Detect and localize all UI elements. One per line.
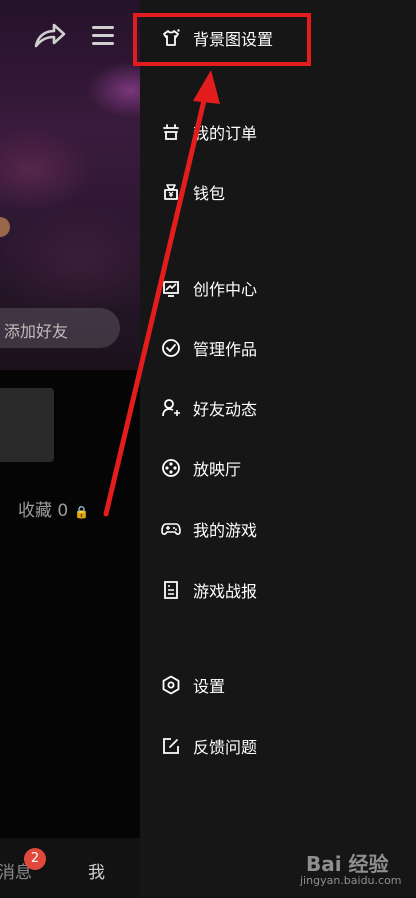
drawer-item-label: 设置 [193, 677, 226, 696]
drawer-item-label: 管理作品 [193, 340, 258, 359]
edit-square-icon [160, 735, 182, 757]
drawer-item-manage-works[interactable]: 管理作品 [160, 334, 257, 362]
drawer-item-game-report[interactable]: 游戏战报 [160, 576, 257, 604]
share-icon[interactable] [30, 18, 68, 52]
drawer-item-friend-feed[interactable]: 好友动态 [160, 394, 257, 422]
friend-feed-icon [160, 397, 182, 419]
watermark-url: jingyan.baidu.com [300, 874, 402, 887]
content-thumbnail[interactable] [0, 388, 54, 462]
drawer-item-feedback[interactable]: 反馈问题 [160, 732, 257, 760]
drawer-item-my-games[interactable]: 我的游戏 [160, 515, 257, 543]
lock-icon: 🔒 [74, 505, 90, 519]
creation-icon [160, 277, 182, 299]
add-friend-label: 添加好友 [4, 322, 69, 341]
message-badge: 2 [24, 848, 46, 870]
drawer-item-label: 好友动态 [193, 400, 258, 419]
drawer-item-my-orders[interactable]: 我的订单 [160, 118, 257, 146]
drawer-item-label: 放映厅 [193, 460, 242, 479]
annotation-highlight-box [133, 13, 311, 66]
order-icon [160, 121, 182, 143]
tab-me[interactable]: 我 [88, 858, 105, 883]
top-icons [30, 18, 140, 52]
drawer-item-screening-hall[interactable]: 放映厅 [160, 454, 241, 482]
background-profile-page: 添加好友 收藏 0 🔒 消息 2 我 [0, 0, 140, 898]
drawer-item-settings[interactable]: 设置 [160, 671, 225, 699]
drawer-item-label: 钱包 [193, 184, 226, 203]
drawer-item-label: 创作中心 [193, 280, 258, 299]
favorites-label: 收藏 0 [18, 501, 69, 521]
drawer-item-label: 反馈问题 [193, 738, 258, 757]
side-drawer: 背景图设置 我的订单 钱包 创作中心 管理作品 好友动态 放映厅 我的游戏 游戏… [140, 0, 416, 898]
gamepad-icon [160, 518, 182, 540]
drawer-item-label: 我的订单 [193, 124, 258, 143]
drawer-item-wallet[interactable]: 钱包 [160, 178, 225, 206]
film-reel-icon [160, 457, 182, 479]
settings-hexagon-icon [160, 674, 182, 696]
drawer-item-label: 游戏战报 [193, 582, 258, 601]
favorites-tab[interactable]: 收藏 0 🔒 [18, 496, 89, 521]
baidu-jingyan-watermark: Bai 经验 jingyan.baidu.com [300, 842, 410, 892]
wallet-icon [160, 181, 182, 203]
add-friend-button[interactable]: 添加好友 [0, 308, 120, 348]
report-icon [160, 579, 182, 601]
menu-icon[interactable] [92, 26, 114, 46]
watermark-brand: Bai 经验 [306, 852, 389, 876]
check-circle-icon [160, 337, 182, 359]
drawer-item-creation-center[interactable]: 创作中心 [160, 274, 257, 302]
drawer-item-label: 我的游戏 [193, 521, 258, 540]
